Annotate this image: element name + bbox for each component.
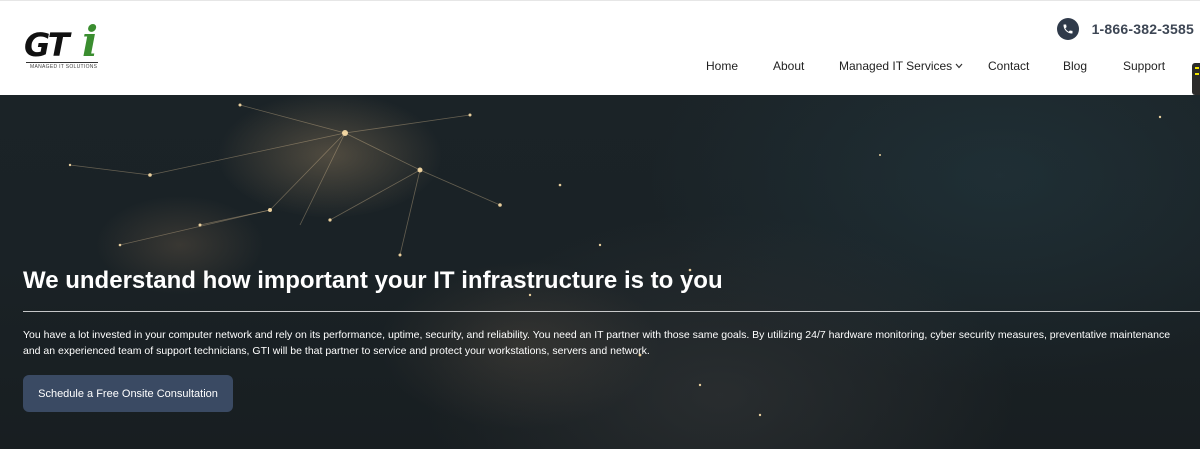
chevron-down-icon[interactable] bbox=[955, 61, 963, 71]
logo-accent: i bbox=[82, 17, 98, 66]
nav-managed-it-services[interactable]: Managed IT Services bbox=[839, 59, 952, 73]
nav-home[interactable]: Home bbox=[706, 59, 738, 73]
hero-title: We understand how important your IT infr… bbox=[23, 267, 723, 294]
hero-divider bbox=[23, 311, 1200, 312]
nav-about[interactable]: About bbox=[773, 59, 804, 73]
site-header: GT i MANAGED IT SOLUTIONS 1-866-382-3585… bbox=[0, 0, 1200, 95]
phone-contact[interactable]: 1-866-382-3585 bbox=[1056, 17, 1194, 41]
side-widget-icon-2 bbox=[1195, 73, 1199, 75]
phone-number[interactable]: 1-866-382-3585 bbox=[1092, 21, 1194, 37]
phone-icon bbox=[1056, 18, 1079, 40]
hero-description: You have a lot invested in your computer… bbox=[23, 329, 1171, 357]
main-nav: Home About Managed IT Services Contact B… bbox=[0, 59, 1200, 75]
schedule-consultation-button[interactable]: Schedule a Free Onsite Consultation bbox=[23, 375, 233, 412]
logo-mark: GT bbox=[24, 26, 70, 64]
nav-blog[interactable]: Blog bbox=[1063, 59, 1087, 73]
side-widget-icon bbox=[1195, 67, 1199, 69]
nav-support[interactable]: Support bbox=[1123, 59, 1165, 73]
hero-banner: We understand how important your IT infr… bbox=[0, 95, 1200, 449]
nav-contact[interactable]: Contact bbox=[988, 59, 1029, 73]
